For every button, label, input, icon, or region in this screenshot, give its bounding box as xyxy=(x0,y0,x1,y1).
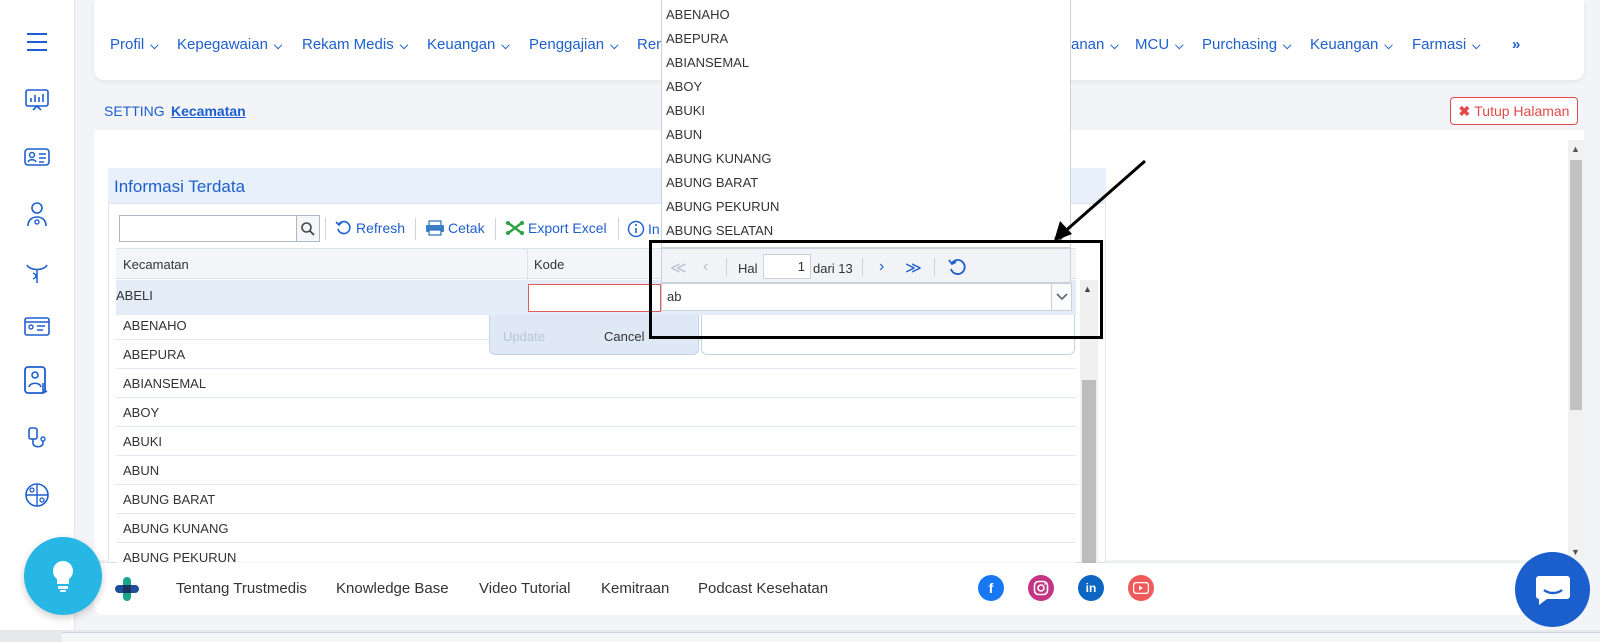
column-divider xyxy=(527,249,528,280)
annotation-arrow xyxy=(1054,159,1146,241)
breadcrumb-current[interactable]: Kecamatan xyxy=(171,103,246,119)
grid-scrollbar-thumb[interactable] xyxy=(1082,380,1096,563)
footer-link-tentang[interactable]: Tentang Trustmedis xyxy=(176,580,307,597)
footer-link-video-tutorial[interactable]: Video Tutorial xyxy=(479,580,570,597)
nav-mcu[interactable]: MCU ⌵ xyxy=(1135,36,1184,53)
scroll-down-icon[interactable]: ▼ xyxy=(1571,547,1580,557)
nav-purchasing[interactable]: Purchasing ⌵ xyxy=(1202,36,1291,53)
patient-touch-icon[interactable] xyxy=(22,366,52,396)
instagram-icon[interactable] xyxy=(1028,575,1054,601)
footer-link-knowledge-base[interactable]: Knowledge Base xyxy=(336,580,449,597)
toolbar-divider xyxy=(618,218,619,240)
page-scrollbar-thumb[interactable] xyxy=(1570,160,1582,410)
column-header-kode[interactable]: Kode xyxy=(534,257,564,272)
horizontal-scrollbar[interactable] xyxy=(62,632,1600,642)
chevron-down-icon: ⌵ xyxy=(399,40,409,52)
close-page-button[interactable]: ✖ Tutup Halaman xyxy=(1450,97,1578,125)
table-row[interactable]: ABOY xyxy=(116,398,1076,427)
toolbar-divider xyxy=(325,218,326,240)
nav-kepegawaian[interactable]: Kepegawaian ⌵ xyxy=(177,36,282,53)
info-button[interactable]: In xyxy=(627,220,660,238)
chevron-down-icon: ⌵ xyxy=(1283,40,1292,52)
chat-button[interactable] xyxy=(1515,552,1590,627)
dropdown-option[interactable]: ABUNG SELATAN xyxy=(666,223,773,238)
column-header-kecamatan[interactable]: Kecamatan xyxy=(123,257,189,272)
excel-icon xyxy=(505,220,525,236)
dropdown-option[interactable]: ABIANSEMAL xyxy=(666,55,749,70)
search-icon[interactable] xyxy=(296,216,319,241)
printer-icon xyxy=(425,220,445,236)
lightbulb-help-button[interactable] xyxy=(24,537,102,615)
refresh-button[interactable]: Refresh xyxy=(335,220,405,236)
annotation-highlight-box xyxy=(649,240,1103,339)
iv-drip-icon[interactable] xyxy=(22,424,52,454)
nav-rekam-medis[interactable]: Rekam Medis ⌵ xyxy=(302,36,408,53)
scroll-up-icon[interactable]: ▲ xyxy=(1571,144,1580,154)
toolbar-divider xyxy=(415,218,416,240)
table-row[interactable]: ABIANSEMAL xyxy=(116,369,1076,398)
footer-link-podcast[interactable]: Podcast Kesehatan xyxy=(698,580,828,597)
table-row[interactable]: ABUKI xyxy=(116,427,1076,456)
nav-penggajian[interactable]: Penggajian ⌵ xyxy=(529,36,618,53)
update-button[interactable]: Update xyxy=(503,329,545,344)
table-row[interactable]: ABUNG BARAT xyxy=(116,485,1076,514)
hamburger-menu-icon[interactable] xyxy=(27,33,47,51)
edit-kecamatan-value[interactable]: ABELI xyxy=(116,288,153,303)
chevron-down-icon: ⌵ xyxy=(610,40,619,52)
nav-profil[interactable]: Profil ⌵ xyxy=(110,36,159,53)
chevron-down-icon: ⌵ xyxy=(1472,40,1481,52)
table-row[interactable]: ABUNG KUNANG xyxy=(116,514,1076,543)
dropdown-option[interactable]: ABUKI xyxy=(666,103,705,118)
nav-keuangan[interactable]: Keuangan ⌵ xyxy=(427,36,510,53)
chevron-down-icon: ⌵ xyxy=(1175,40,1184,52)
footer-link-kemitraan[interactable]: Kemitraan xyxy=(601,580,669,597)
doctor-icon[interactable] xyxy=(22,199,52,229)
youtube-icon[interactable] xyxy=(1128,575,1154,601)
dropdown-option[interactable]: ABUNG BARAT xyxy=(666,175,758,190)
network-icon[interactable] xyxy=(22,480,52,510)
kode-input[interactable] xyxy=(528,284,661,312)
chevron-down-icon: ⌵ xyxy=(150,40,159,52)
nav-more-icon[interactable]: » xyxy=(1512,36,1520,53)
panel-title: Informasi Terdata xyxy=(114,177,246,196)
print-button[interactable]: Cetak xyxy=(425,220,485,236)
dropdown-option[interactable]: ABOY xyxy=(666,79,702,94)
lightbulb-icon xyxy=(53,561,73,592)
refresh-icon xyxy=(335,220,353,236)
trustmedis-logo-icon[interactable] xyxy=(113,575,141,606)
dropdown-option[interactable]: ABENAHO xyxy=(666,7,730,22)
close-icon: ✖ xyxy=(1458,102,1471,119)
table-row[interactable]: ABUN xyxy=(116,456,1076,485)
breadcrumb-parent[interactable]: SETTING xyxy=(104,103,165,119)
chevron-down-icon: ⌵ xyxy=(273,40,283,52)
dropdown-option[interactable]: ABUNG KUNANG xyxy=(666,151,771,166)
chevron-down-icon: ⌵ xyxy=(1110,40,1119,52)
id-card-icon[interactable] xyxy=(22,142,52,172)
nav-keuangan-2[interactable]: Keuangan ⌵ xyxy=(1310,36,1393,53)
registration-icon[interactable] xyxy=(22,312,52,342)
linkedin-icon[interactable]: in xyxy=(1078,575,1104,601)
chat-icon xyxy=(1535,575,1570,605)
cancel-button[interactable]: Cancel xyxy=(604,329,644,344)
pharmacy-icon[interactable] xyxy=(22,256,52,286)
chevron-down-icon: ⌵ xyxy=(501,40,510,52)
dropdown-option[interactable]: ABEPURA xyxy=(666,31,728,46)
nav-farmasi[interactable]: Farmasi ⌵ xyxy=(1412,36,1481,53)
info-icon xyxy=(627,220,645,238)
facebook-icon[interactable]: f xyxy=(978,575,1004,601)
nav-anan[interactable]: anan ⌵ xyxy=(1071,36,1119,53)
dropdown-option[interactable]: ABUN xyxy=(666,127,702,142)
export-excel-button[interactable]: Export Excel xyxy=(505,220,607,236)
chevron-down-icon: ⌵ xyxy=(1384,40,1393,52)
search-input[interactable] xyxy=(119,215,320,242)
toolbar-divider xyxy=(495,218,496,240)
dashboard-icon[interactable] xyxy=(22,85,52,115)
footer-bar xyxy=(94,563,1584,615)
dropdown-option[interactable]: ABUNG PEKURUN xyxy=(666,199,779,214)
